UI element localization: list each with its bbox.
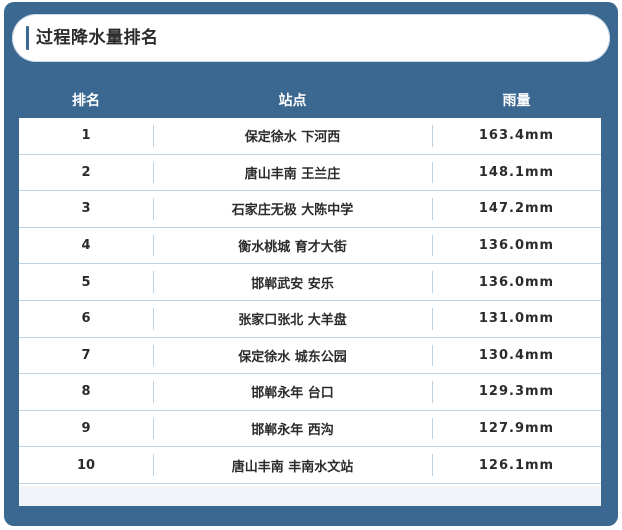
- rainfall-cell: 136.0mm: [478, 274, 555, 290]
- rainfall-cell: 131.0mm: [478, 311, 555, 327]
- table-row: 7 保定徐水 城东公园 130.4mm: [19, 338, 601, 375]
- station-cell: 石家庄无极 大陈中学: [231, 203, 354, 219]
- table-footer: [19, 486, 601, 506]
- header-station: 站点: [278, 93, 307, 109]
- station-cell: 保定徐水 城东公园: [238, 349, 347, 365]
- table-row: 3 石家庄无极 大陈中学 147.2mm: [19, 191, 601, 228]
- station-cell: 衡水桃城 育才大街: [238, 240, 347, 256]
- rainfall-cell: 130.4mm: [478, 347, 555, 363]
- rank-cell: 4: [81, 238, 91, 254]
- rank-cell: 2: [81, 164, 91, 180]
- table-row: 9 邯郸永年 西沟 127.9mm: [19, 411, 601, 448]
- table-row: 6 张家口张北 大羊盘 131.0mm: [19, 301, 601, 338]
- rank-cell: 10: [76, 457, 96, 473]
- title-accent-bar: [26, 26, 29, 50]
- rank-cell: 3: [81, 201, 91, 217]
- header-rainfall: 雨量: [502, 93, 531, 109]
- table-row: 10 唐山丰南 丰南水文站 126.1mm: [19, 447, 601, 484]
- table-row: 2 唐山丰南 王兰庄 148.1mm: [19, 155, 601, 192]
- rank-cell: 9: [81, 421, 91, 437]
- station-cell: 唐山丰南 丰南水文站: [231, 459, 354, 475]
- rainfall-cell: 127.9mm: [478, 421, 555, 437]
- station-cell: 保定徐水 下河西: [244, 130, 341, 146]
- rank-cell: 6: [81, 311, 91, 327]
- rank-cell: 5: [81, 274, 91, 290]
- station-cell: 张家口张北 大羊盘: [238, 313, 347, 329]
- title-bar: 过程降水量排名: [12, 14, 610, 62]
- station-cell: 唐山丰南 王兰庄: [244, 166, 341, 182]
- table-rows: 1 保定徐水 下河西 163.4mm 2 唐山丰南 王兰庄 148.1mm 3 石家庄无极 大…: [19, 118, 601, 484]
- table-row: 4 衡水桃城 育才大街 136.0mm: [19, 228, 601, 265]
- table-row: 8 邯郸永年 台口 129.3mm: [19, 374, 601, 411]
- table-header: 排名 站点 雨量: [19, 86, 601, 116]
- rainfall-cell: 129.3mm: [478, 384, 555, 400]
- station-cell: 邯郸永年 西沟: [251, 423, 334, 439]
- page-title: 过程降水量排名: [36, 28, 159, 48]
- rainfall-cell: 147.2mm: [478, 201, 555, 217]
- table-body: 1 保定徐水 下河西 163.4mm 2 唐山丰南 王兰庄 148.1mm 3 石家庄无极 大…: [19, 118, 601, 506]
- rainfall-cell: 136.0mm: [478, 238, 555, 254]
- ranking-panel: 过程降水量排名 排名 站点 雨量 1 保定徐水 下河西 163.4mm 2 唐山丰南 王…: [4, 2, 618, 526]
- rank-cell: 8: [81, 384, 91, 400]
- rainfall-cell: 126.1mm: [478, 457, 555, 473]
- rainfall-cell: 148.1mm: [478, 164, 555, 180]
- table-row: 1 保定徐水 下河西 163.4mm: [19, 118, 601, 155]
- rainfall-cell: 163.4mm: [478, 128, 555, 144]
- header-rank: 排名: [72, 93, 100, 109]
- table-row: 5 邯郸武安 安乐 136.0mm: [19, 264, 601, 301]
- rank-cell: 7: [81, 347, 91, 363]
- rank-cell: 1: [81, 128, 91, 144]
- station-cell: 邯郸武安 安乐: [251, 276, 334, 292]
- station-cell: 邯郸永年 台口: [251, 386, 334, 402]
